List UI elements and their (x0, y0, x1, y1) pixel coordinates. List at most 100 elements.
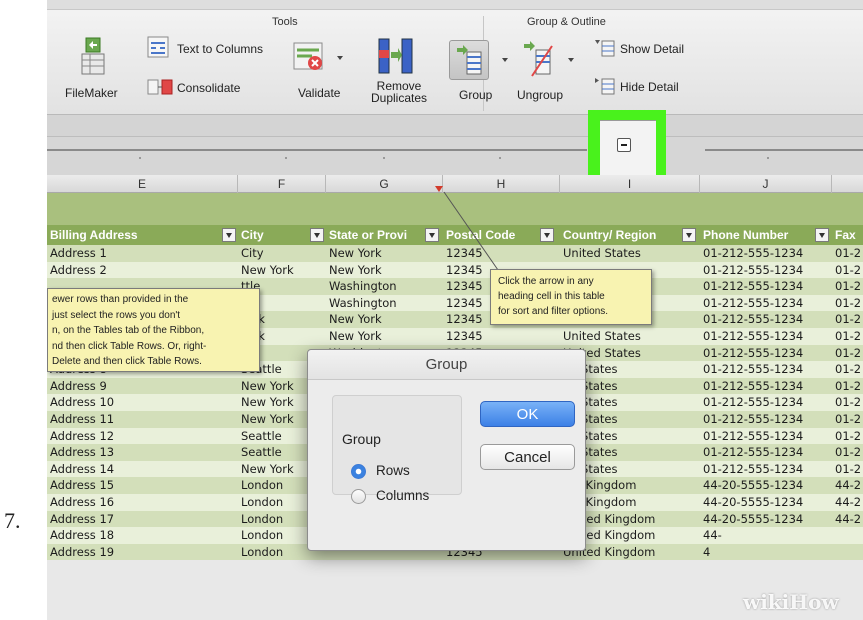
hide-detail-icon[interactable] (594, 76, 616, 101)
text-to-columns-icon[interactable] (147, 36, 169, 63)
state-cell[interactable]: Washington (326, 278, 441, 295)
rows-radio-label[interactable]: Rows (376, 463, 410, 478)
ok-button[interactable]: OK (480, 401, 575, 427)
ungroup-button[interactable]: Ungroup (517, 88, 563, 102)
state-cell[interactable]: New York (326, 311, 441, 328)
billing-address-cell[interactable]: Address 13 (47, 444, 235, 461)
filter-dropdown-icon[interactable] (222, 228, 236, 242)
phone-cell[interactable]: 01-212-555-1234 (700, 295, 830, 312)
phone-cell[interactable]: 44-20-5555-1234 (700, 511, 830, 528)
state-cell[interactable]: New York (326, 262, 441, 279)
column-header-e[interactable]: E (47, 175, 238, 193)
billing-address-cell[interactable]: Address 9 (47, 378, 235, 395)
billing-address-cell[interactable]: Address 16 (47, 494, 235, 511)
city-cell[interactable]: New York (238, 262, 324, 279)
phone-cell[interactable]: 4 (700, 544, 830, 561)
show-detail-icon[interactable] (594, 38, 616, 63)
phone-cell[interactable]: 01-212-555-1234 (700, 311, 830, 328)
rows-radio[interactable] (351, 464, 366, 479)
billing-address-cell[interactable]: Address 11 (47, 411, 235, 428)
state-cell[interactable]: Washington (326, 295, 441, 312)
phone-cell[interactable]: 01-212-555-1234 (700, 444, 830, 461)
fax-cell[interactable]: 44-2 (832, 477, 863, 494)
cancel-button[interactable]: Cancel (480, 444, 575, 470)
fax-cell[interactable]: 01-2 (832, 295, 863, 312)
fax-cell[interactable]: 01-2 (832, 278, 863, 295)
hide-detail-button[interactable]: Hide Detail (620, 80, 679, 94)
phone-cell[interactable]: 01-212-555-1234 (700, 428, 830, 445)
billing-address-cell[interactable]: Address 10 (47, 394, 235, 411)
fax-cell[interactable]: 01-2 (832, 411, 863, 428)
remove-duplicates-button[interactable]: Remove Duplicates (371, 80, 427, 104)
phone-cell[interactable]: 01-212-555-1234 (700, 328, 830, 345)
billing-address-cell[interactable]: Address 15 (47, 477, 235, 494)
group-button[interactable]: Group (459, 88, 492, 102)
phone-cell[interactable]: 01-212-555-1234 (700, 345, 830, 362)
columns-radio-label[interactable]: Columns (376, 488, 429, 503)
phone-cell[interactable]: 44-20-5555-1234 (700, 494, 830, 511)
fax-cell[interactable]: 01-2 (832, 262, 863, 279)
filter-dropdown-icon[interactable] (682, 228, 696, 242)
validate-button[interactable]: Validate (298, 86, 340, 100)
show-detail-button[interactable]: Show Detail (620, 42, 684, 56)
filter-dropdown-icon[interactable] (310, 228, 324, 242)
header-fax[interactable]: Fax (832, 225, 863, 245)
validate-icon[interactable] (292, 40, 328, 79)
fax-cell[interactable]: 01-2 (832, 361, 863, 378)
columns-radio[interactable] (351, 489, 366, 504)
phone-cell[interactable]: 01-212-555-1234 (700, 378, 830, 395)
text-to-columns-button[interactable]: Text to Columns (177, 42, 263, 56)
ungroup-dropdown-arrow[interactable] (568, 58, 574, 62)
city-cell[interactable]: City (238, 245, 324, 262)
collapse-group-button[interactable] (617, 138, 631, 152)
group-dropdown-arrow[interactable] (502, 58, 508, 62)
fax-cell[interactable]: 01-2 (832, 461, 863, 478)
state-cell[interactable]: New York (326, 328, 441, 345)
column-header-g[interactable]: G (326, 175, 443, 193)
fax-cell[interactable]: 01-2 (832, 394, 863, 411)
filemaker-button[interactable]: FileMaker (65, 86, 118, 100)
validate-dropdown-arrow[interactable] (337, 56, 343, 60)
country-cell[interactable]: United States (560, 328, 698, 345)
billing-address-cell[interactable]: Address 14 (47, 461, 235, 478)
filemaker-icon[interactable] (79, 36, 107, 81)
filter-dropdown-icon[interactable] (815, 228, 829, 242)
phone-cell[interactable]: 44-20-5555-1234 (700, 477, 830, 494)
billing-address-cell[interactable]: Address 2 (47, 262, 235, 279)
billing-address-cell[interactable]: Address 19 (47, 544, 235, 561)
header-state[interactable]: State or Provi (326, 225, 423, 245)
fax-cell[interactable] (832, 544, 863, 561)
phone-cell[interactable]: 01-212-555-1234 (700, 262, 830, 279)
state-cell[interactable]: New York (326, 245, 441, 262)
fax-cell[interactable]: 01-2 (832, 428, 863, 445)
country-cell[interactable]: United States (560, 245, 698, 262)
column-header-f[interactable]: F (238, 175, 326, 193)
consolidate-icon[interactable] (147, 78, 173, 103)
postal-code-cell[interactable]: 12345 (443, 328, 558, 345)
phone-cell[interactable]: 01-212-555-1234 (700, 394, 830, 411)
fax-cell[interactable]: 01-2 (832, 245, 863, 262)
group-icon[interactable] (455, 44, 485, 81)
phone-cell[interactable]: 01-212-555-1234 (700, 461, 830, 478)
phone-cell[interactable]: 01-212-555-1234 (700, 361, 830, 378)
fax-cell[interactable]: 44-2 (832, 494, 863, 511)
phone-cell[interactable]: 01-212-555-1234 (700, 245, 830, 262)
header-billing-address[interactable]: Billing Address (47, 225, 220, 245)
header-phone-number[interactable]: Phone Number (700, 225, 812, 245)
fax-cell[interactable]: 01-2 (832, 311, 863, 328)
fax-cell[interactable] (832, 527, 863, 544)
fax-cell[interactable]: 01-2 (832, 444, 863, 461)
billing-address-cell[interactable]: Address 12 (47, 428, 235, 445)
remove-duplicates-icon[interactable] (376, 36, 416, 81)
filter-dropdown-icon[interactable] (540, 228, 554, 242)
phone-cell[interactable]: 01-212-555-1234 (700, 278, 830, 295)
consolidate-button[interactable]: Consolidate (177, 81, 240, 95)
billing-address-cell[interactable]: Address 17 (47, 511, 235, 528)
column-header-j[interactable]: J (700, 175, 832, 193)
billing-address-cell[interactable]: Address 1 (47, 245, 235, 262)
column-header-k[interactable] (832, 175, 863, 193)
fax-cell[interactable]: 44-2 (832, 511, 863, 528)
column-header-i[interactable]: I (560, 175, 700, 193)
phone-cell[interactable]: 01-212-555-1234 (700, 411, 830, 428)
fax-cell[interactable]: 01-2 (832, 345, 863, 362)
